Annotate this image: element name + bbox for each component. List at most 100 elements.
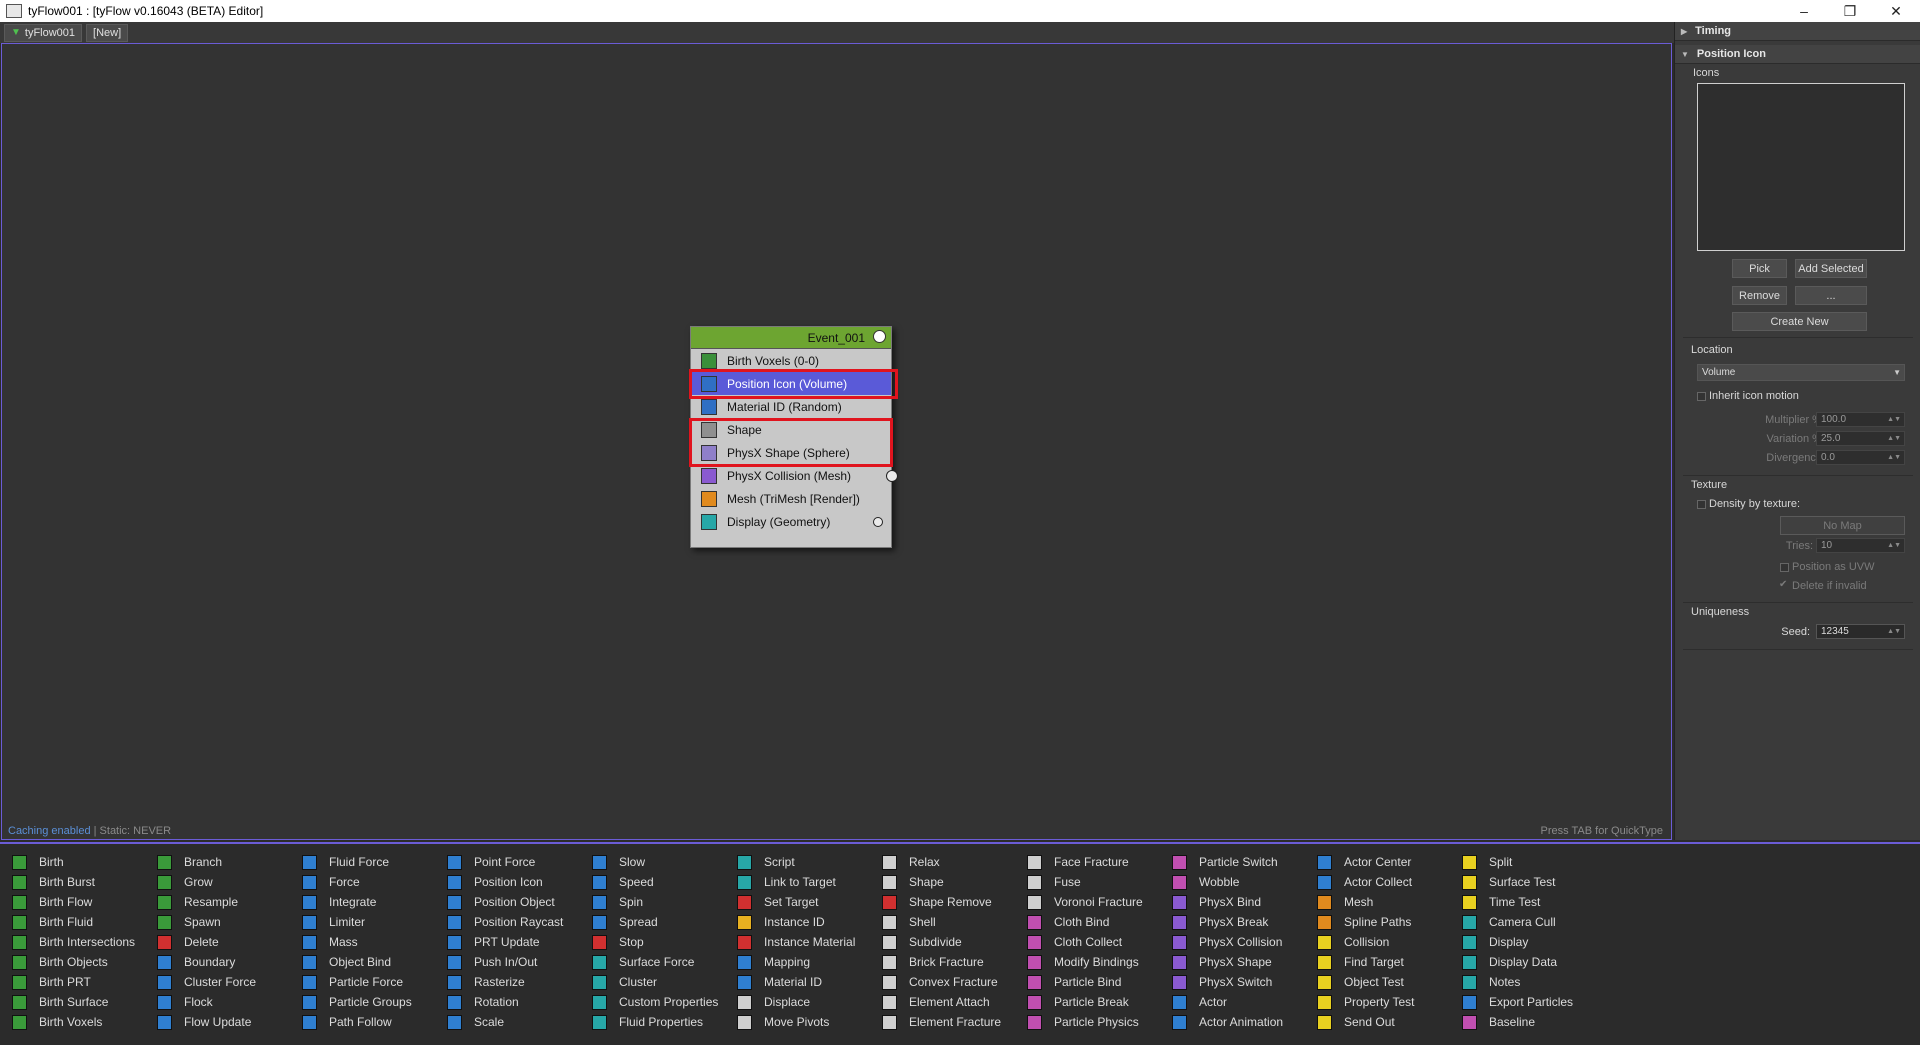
position-as-uvw-checkbox[interactable]: [1780, 563, 1789, 572]
palette-operator[interactable]: Material ID: [737, 972, 855, 992]
palette-operator[interactable]: Position Icon: [447, 872, 563, 892]
palette-operator[interactable]: Mesh: [1317, 892, 1414, 912]
palette-operator[interactable]: Voronoi Fracture: [1027, 892, 1143, 912]
maximize-button[interactable]: ❐: [1830, 0, 1870, 22]
palette-operator[interactable]: Flock: [157, 992, 256, 1012]
palette-operator[interactable]: Particle Switch: [1172, 852, 1283, 872]
palette-operator[interactable]: Rasterize: [447, 972, 563, 992]
palette-operator[interactable]: Actor Center: [1317, 852, 1414, 872]
palette-operator[interactable]: Brick Fracture: [882, 952, 1001, 972]
palette-operator[interactable]: Actor Animation: [1172, 1012, 1283, 1032]
palette-operator[interactable]: Export Particles: [1462, 992, 1573, 1012]
palette-operator[interactable]: Convex Fracture: [882, 972, 1001, 992]
location-dropdown[interactable]: Volume ▼: [1697, 364, 1905, 381]
variation-field[interactable]: 25.0 ▲▼: [1816, 431, 1905, 446]
palette-operator[interactable]: Face Fracture: [1027, 852, 1143, 872]
palette-operator[interactable]: Object Test: [1317, 972, 1414, 992]
palette-operator[interactable]: Stop: [592, 932, 718, 952]
palette-operator[interactable]: Integrate: [302, 892, 412, 912]
palette-operator[interactable]: Particle Physics: [1027, 1012, 1143, 1032]
output-port-icon[interactable]: [886, 469, 898, 482]
palette-operator[interactable]: Fluid Force: [302, 852, 412, 872]
lightbulb-icon[interactable]: [873, 330, 886, 343]
palette-operator[interactable]: Boundary: [157, 952, 256, 972]
display-toggle-icon[interactable]: [873, 516, 883, 527]
palette-operator[interactable]: Birth: [12, 852, 135, 872]
palette-operator[interactable]: Birth Surface: [12, 992, 135, 1012]
palette-operator[interactable]: Collision: [1317, 932, 1414, 952]
palette-operator[interactable]: Cloth Bind: [1027, 912, 1143, 932]
palette-operator[interactable]: Path Follow: [302, 1012, 412, 1032]
palette-operator[interactable]: Element Fracture: [882, 1012, 1001, 1032]
palette-operator[interactable]: Spin: [592, 892, 718, 912]
palette-operator[interactable]: Point Force: [447, 852, 563, 872]
inherit-motion-checkbox[interactable]: [1697, 392, 1706, 401]
palette-operator[interactable]: Baseline: [1462, 1012, 1573, 1032]
palette-operator[interactable]: Surface Test: [1462, 872, 1573, 892]
timing-rollout[interactable]: ▶ Timing: [1675, 22, 1920, 41]
icons-listbox[interactable]: [1697, 83, 1905, 251]
palette-operator[interactable]: Fluid Properties: [592, 1012, 718, 1032]
palette-operator[interactable]: Find Target: [1317, 952, 1414, 972]
palette-operator[interactable]: Spawn: [157, 912, 256, 932]
multiplier-field[interactable]: 100.0 ▲▼: [1816, 412, 1905, 427]
palette-operator[interactable]: Cluster: [592, 972, 718, 992]
palette-operator[interactable]: Spread: [592, 912, 718, 932]
minimize-button[interactable]: –: [1784, 0, 1824, 22]
palette-operator[interactable]: Instance ID: [737, 912, 855, 932]
palette-operator[interactable]: Birth Voxels: [12, 1012, 135, 1032]
palette-operator[interactable]: Particle Bind: [1027, 972, 1143, 992]
event-operator[interactable]: Display (Geometry): [691, 510, 891, 533]
checkmark-icon[interactable]: ✔: [1779, 579, 1787, 590]
event-operator[interactable]: PhysX Collision (Mesh): [691, 464, 898, 487]
divergence-field[interactable]: 0.0 ▲▼: [1816, 450, 1905, 465]
palette-operator[interactable]: Birth Fluid: [12, 912, 135, 932]
palette-operator[interactable]: Particle Force: [302, 972, 412, 992]
palette-operator[interactable]: Birth Burst: [12, 872, 135, 892]
palette-operator[interactable]: Position Raycast: [447, 912, 563, 932]
palette-operator[interactable]: Birth Objects: [12, 952, 135, 972]
palette-operator[interactable]: Element Attach: [882, 992, 1001, 1012]
remove-button[interactable]: Remove: [1732, 286, 1787, 305]
palette-operator[interactable]: Script: [737, 852, 855, 872]
palette-operator[interactable]: Set Target: [737, 892, 855, 912]
palette-operator[interactable]: Fuse: [1027, 872, 1143, 892]
palette-operator[interactable]: Notes: [1462, 972, 1573, 992]
palette-operator[interactable]: Push In/Out: [447, 952, 563, 972]
palette-operator[interactable]: Instance Material: [737, 932, 855, 952]
palette-operator[interactable]: Camera Cull: [1462, 912, 1573, 932]
palette-operator[interactable]: PRT Update: [447, 932, 563, 952]
palette-operator[interactable]: PhysX Bind: [1172, 892, 1283, 912]
palette-operator[interactable]: Particle Groups: [302, 992, 412, 1012]
palette-operator[interactable]: Position Object: [447, 892, 563, 912]
density-texture-checkbox[interactable]: [1697, 500, 1706, 509]
palette-operator[interactable]: Cloth Collect: [1027, 932, 1143, 952]
palette-operator[interactable]: Send Out: [1317, 1012, 1414, 1032]
palette-operator[interactable]: Flow Update: [157, 1012, 256, 1032]
pick-button[interactable]: Pick: [1732, 259, 1787, 278]
palette-operator[interactable]: Time Test: [1462, 892, 1573, 912]
palette-operator[interactable]: Displace: [737, 992, 855, 1012]
palette-operator[interactable]: Slow: [592, 852, 718, 872]
tab-new[interactable]: [New]: [86, 23, 129, 42]
palette-operator[interactable]: Shape: [882, 872, 1001, 892]
palette-operator[interactable]: Cluster Force: [157, 972, 256, 992]
palette-operator[interactable]: Rotation: [447, 992, 563, 1012]
palette-operator[interactable]: Speed: [592, 872, 718, 892]
palette-operator[interactable]: Wobble: [1172, 872, 1283, 892]
palette-operator[interactable]: Property Test: [1317, 992, 1414, 1012]
add-selected-button[interactable]: Add Selected: [1795, 259, 1867, 278]
palette-operator[interactable]: Subdivide: [882, 932, 1001, 952]
palette-operator[interactable]: PhysX Collision: [1172, 932, 1283, 952]
palette-operator[interactable]: Scale: [447, 1012, 563, 1032]
palette-operator[interactable]: PhysX Switch: [1172, 972, 1283, 992]
palette-operator[interactable]: PhysX Break: [1172, 912, 1283, 932]
palette-operator[interactable]: Resample: [157, 892, 256, 912]
palette-operator[interactable]: Modify Bindings: [1027, 952, 1143, 972]
no-map-button[interactable]: No Map: [1780, 516, 1905, 535]
palette-operator[interactable]: Mapping: [737, 952, 855, 972]
palette-operator[interactable]: Move Pivots: [737, 1012, 855, 1032]
palette-operator[interactable]: Birth PRT: [12, 972, 135, 992]
palette-operator[interactable]: Display: [1462, 932, 1573, 952]
close-button[interactable]: ✕: [1876, 0, 1916, 22]
